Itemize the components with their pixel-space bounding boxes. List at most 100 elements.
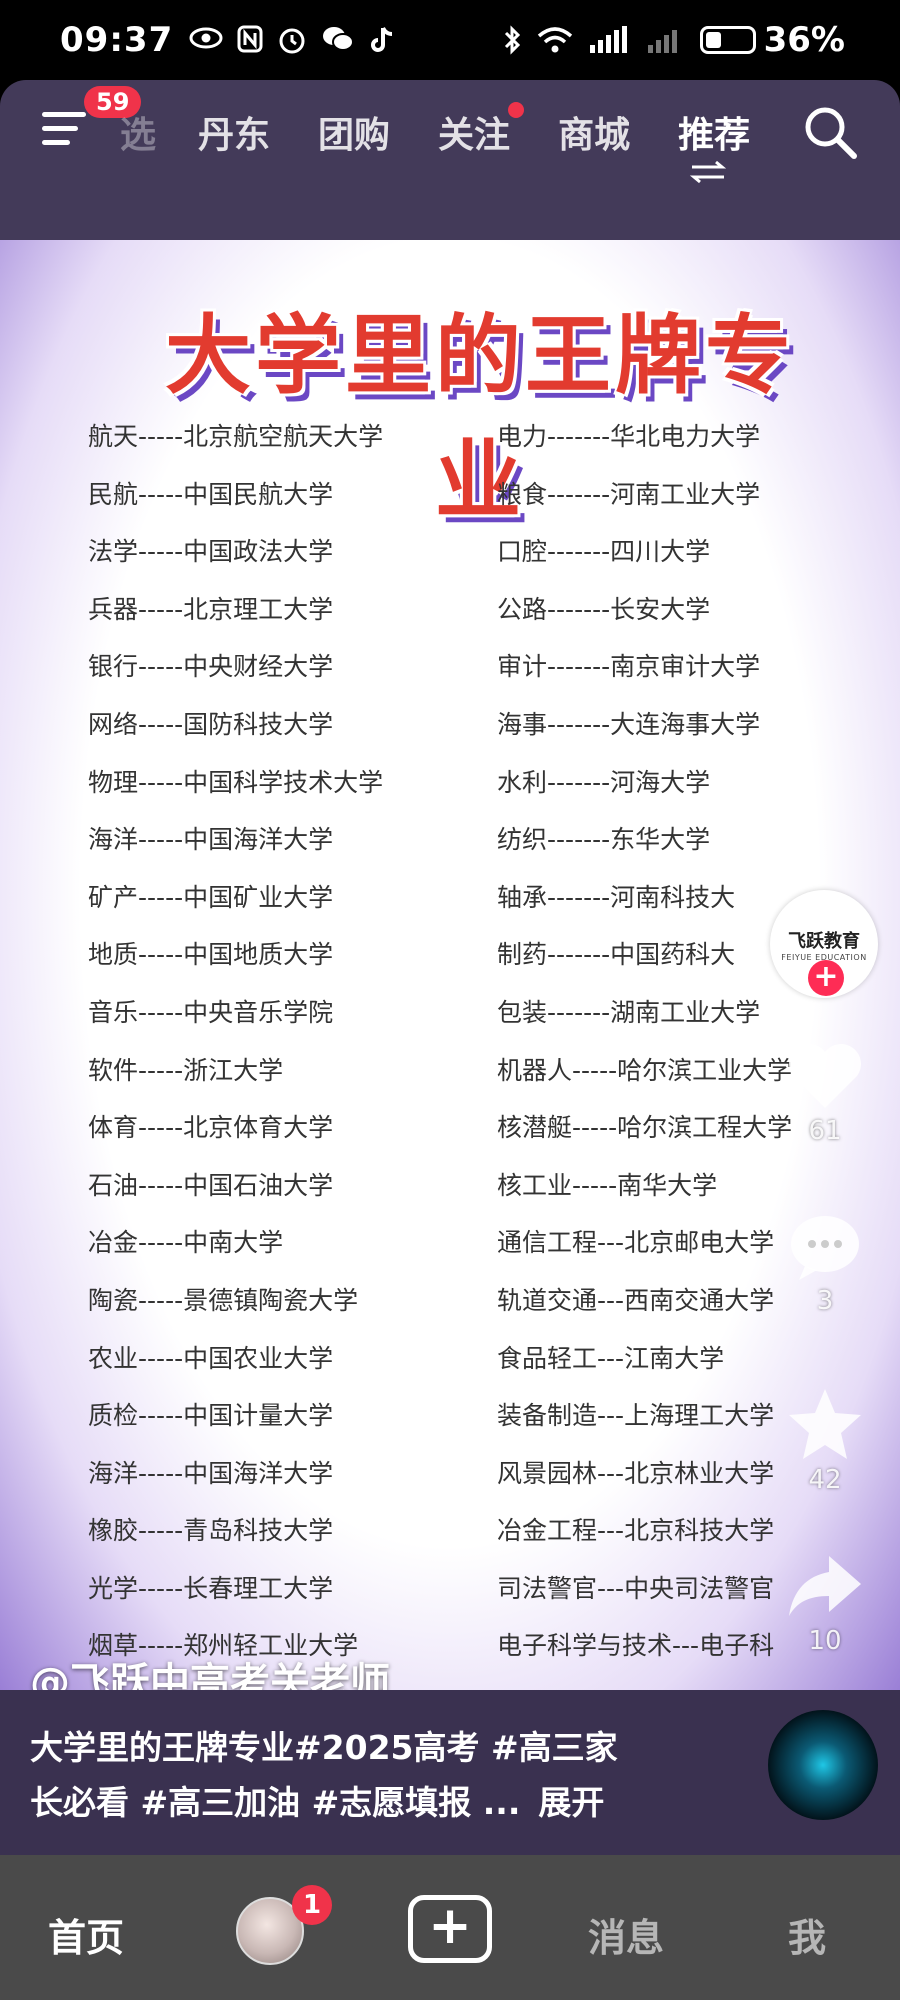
music-disc[interactable] bbox=[768, 1710, 878, 1820]
major-university-row: 地质-----中国地质大学 bbox=[88, 940, 334, 970]
major-university-row: 石油-----中国石油大学 bbox=[88, 1170, 334, 1200]
description-line: 长必看 #高三加油 #志愿填报 ... 展开 bbox=[30, 1775, 730, 1830]
major-university-row: 司法警官---中央司法警官 bbox=[497, 1573, 775, 1603]
major-university-row: 质检-----中国计量大学 bbox=[88, 1401, 334, 1431]
major-university-row: 光学-----长春理工大学 bbox=[88, 1573, 334, 1603]
major-university-row: 法学-----中国政法大学 bbox=[88, 537, 334, 567]
major-university-row: 音乐-----中央音乐学院 bbox=[88, 997, 334, 1027]
major-university-row: 冶金工程---北京科技大学 bbox=[497, 1516, 775, 1546]
tab-recommend[interactable]: 推荐 bbox=[678, 106, 750, 158]
major-list-left: 航天-----北京航空航天大学 民航-----中国民航大学 法学-----中国政法大… bbox=[88, 417, 383, 1684]
share-button[interactable]: 10 bbox=[780, 1550, 870, 1656]
major-university-row: 公路-------长安大学 bbox=[497, 594, 711, 624]
tab-following[interactable]: 关注 bbox=[438, 102, 525, 158]
major-university-row: 食品轻工---江南大学 bbox=[497, 1343, 725, 1373]
major-university-row: 口腔-------四川大学 bbox=[497, 537, 711, 567]
status-system-icons: 36% bbox=[502, 20, 845, 60]
major-university-row: 民航-----中国民航大学 bbox=[88, 479, 334, 509]
logo-text: 飞跃教育 bbox=[788, 930, 860, 952]
share-count: 10 bbox=[808, 1626, 842, 1656]
major-university-row: 兵器-----北京理工大学 bbox=[88, 594, 334, 624]
major-university-row: 风景园林---北京林业大学 bbox=[497, 1458, 775, 1488]
status-bar: 09:37 36% bbox=[0, 0, 900, 80]
major-university-row: 农业-----中国农业大学 bbox=[88, 1343, 334, 1373]
tab-partial[interactable]: 选 bbox=[120, 106, 156, 158]
major-university-row: 陶瓷-----景德镇陶瓷大学 bbox=[88, 1285, 359, 1315]
top-tabs: 选 丹东 团购 关注 商城 推荐 bbox=[120, 102, 798, 158]
battery-percentage: 36% bbox=[763, 20, 845, 60]
major-university-row: 粮食-------河南工业大学 bbox=[497, 479, 761, 509]
major-university-row: 轴承-------河南科技大 bbox=[497, 882, 736, 912]
nav-messages[interactable]: 消息 bbox=[588, 1907, 664, 1962]
major-university-row: 通信工程---北京邮电大学 bbox=[497, 1228, 775, 1258]
major-university-row: 装备制造---上海理工大学 bbox=[497, 1401, 775, 1431]
major-university-row: 物理-----中国科学技术大学 bbox=[88, 767, 384, 797]
status-time: 09:37 bbox=[60, 20, 174, 60]
major-university-row: 橡胶-----青岛科技大学 bbox=[88, 1516, 334, 1546]
search-icon[interactable] bbox=[800, 102, 860, 162]
tab-dandong[interactable]: 丹东 bbox=[198, 106, 270, 158]
eye-icon bbox=[189, 27, 223, 49]
major-university-row: 网络-----国防科技大学 bbox=[88, 709, 334, 739]
alarm-icon bbox=[279, 28, 305, 54]
comment-count: 3 bbox=[816, 1286, 834, 1316]
menu-icon-line bbox=[42, 112, 86, 117]
major-university-row: 海事-------大连海事大学 bbox=[497, 709, 761, 739]
tab-following-label: 关注 bbox=[438, 115, 511, 156]
battery-icon bbox=[699, 26, 756, 54]
comment-button[interactable]: 3 bbox=[780, 1210, 870, 1316]
bottom-nav: 首页 1 + 消息 我 bbox=[0, 1855, 900, 2000]
major-university-row: 制药-------中国药科大 bbox=[497, 940, 736, 970]
menu-icon-line bbox=[42, 126, 78, 131]
major-university-row: 电力-------华北电力大学 bbox=[497, 422, 761, 451]
major-university-row: 核工业-----南华大学 bbox=[497, 1170, 718, 1200]
major-university-row: 机器人-----哈尔滨工业大学 bbox=[497, 1055, 793, 1085]
description-line-2: 长必看 #高三加油 #志愿填报 ... bbox=[30, 1783, 521, 1822]
favorite-button[interactable]: 42 bbox=[780, 1385, 870, 1495]
signal-icon bbox=[647, 30, 677, 53]
major-university-row: 轨道交通---西南交通大学 bbox=[497, 1285, 775, 1315]
notification-dot bbox=[508, 102, 525, 118]
like-count: 61 bbox=[808, 1116, 842, 1146]
major-university-row: 矿产-----中国矿业大学 bbox=[88, 882, 334, 912]
video-info-panel: 大学里的王牌专业#2025高考 #高三家 长必看 #高三加油 #志愿填报 ...… bbox=[0, 1690, 900, 1855]
menu-icon-line bbox=[42, 140, 70, 145]
wechat-icon bbox=[323, 27, 355, 51]
heart-icon bbox=[789, 1044, 861, 1108]
friends-badge: 1 bbox=[292, 1885, 332, 1925]
battery-fill bbox=[705, 32, 722, 48]
video-description[interactable]: 大学里的王牌专业#2025高考 #高三家 长必看 #高三加油 #志愿填报 ...… bbox=[30, 1720, 730, 1830]
swap-icon[interactable] bbox=[690, 160, 726, 184]
follow-button[interactable]: + bbox=[808, 960, 844, 996]
major-university-row: 核潜艇-----哈尔滨工程大学 bbox=[497, 1113, 793, 1143]
major-university-row: 海洋-----中国海洋大学 bbox=[88, 1458, 334, 1488]
major-university-row: 海洋-----中国海洋大学 bbox=[88, 825, 334, 855]
bluetooth-icon bbox=[504, 25, 520, 55]
major-university-row: 银行-----中央财经大学 bbox=[88, 652, 334, 682]
create-post-button[interactable]: + bbox=[408, 1895, 492, 1963]
like-button[interactable]: 61 bbox=[780, 1040, 870, 1146]
share-icon bbox=[789, 1556, 861, 1616]
signal-5g-icon bbox=[589, 26, 627, 53]
major-university-row: 体育-----北京体育大学 bbox=[88, 1113, 334, 1143]
major-university-row: 纺织-------东华大学 bbox=[497, 825, 711, 855]
star-icon bbox=[789, 1389, 861, 1459]
major-university-row: 审计-------南京审计大学 bbox=[497, 652, 761, 682]
expand-button[interactable]: 展开 bbox=[538, 1783, 604, 1822]
nav-home[interactable]: 首页 bbox=[48, 1907, 124, 1962]
app-header: 59 选 丹东 团购 关注 商城 推荐 bbox=[0, 80, 900, 240]
video-content[interactable]: 大学里的王牌专业 航天-----北京航空航天大学 民航-----中国民航大学 法学-… bbox=[0, 240, 900, 1690]
major-university-row: 冶金-----中南大学 bbox=[88, 1228, 284, 1258]
description-line: 大学里的王牌专业#2025高考 #高三家 bbox=[30, 1728, 618, 1767]
major-university-row: 软件-----浙江大学 bbox=[88, 1055, 284, 1085]
nav-me[interactable]: 我 bbox=[788, 1907, 826, 1962]
status-notification-icons bbox=[189, 25, 395, 55]
tab-mall[interactable]: 商城 bbox=[558, 106, 630, 158]
major-list-right: 电力-------华北电力大学 粮食-------河南工业大学 口腔-------四… bbox=[497, 417, 792, 1684]
tab-group-buy[interactable]: 团购 bbox=[318, 106, 390, 158]
major-university-row: 包装-------湖南工业大学 bbox=[497, 997, 761, 1027]
tiktok-icon bbox=[371, 27, 393, 52]
major-university-row: 电子科学与技术---电子科 bbox=[497, 1631, 775, 1661]
battery-indicator: 36% bbox=[699, 20, 845, 60]
comment-icon bbox=[791, 1216, 859, 1280]
